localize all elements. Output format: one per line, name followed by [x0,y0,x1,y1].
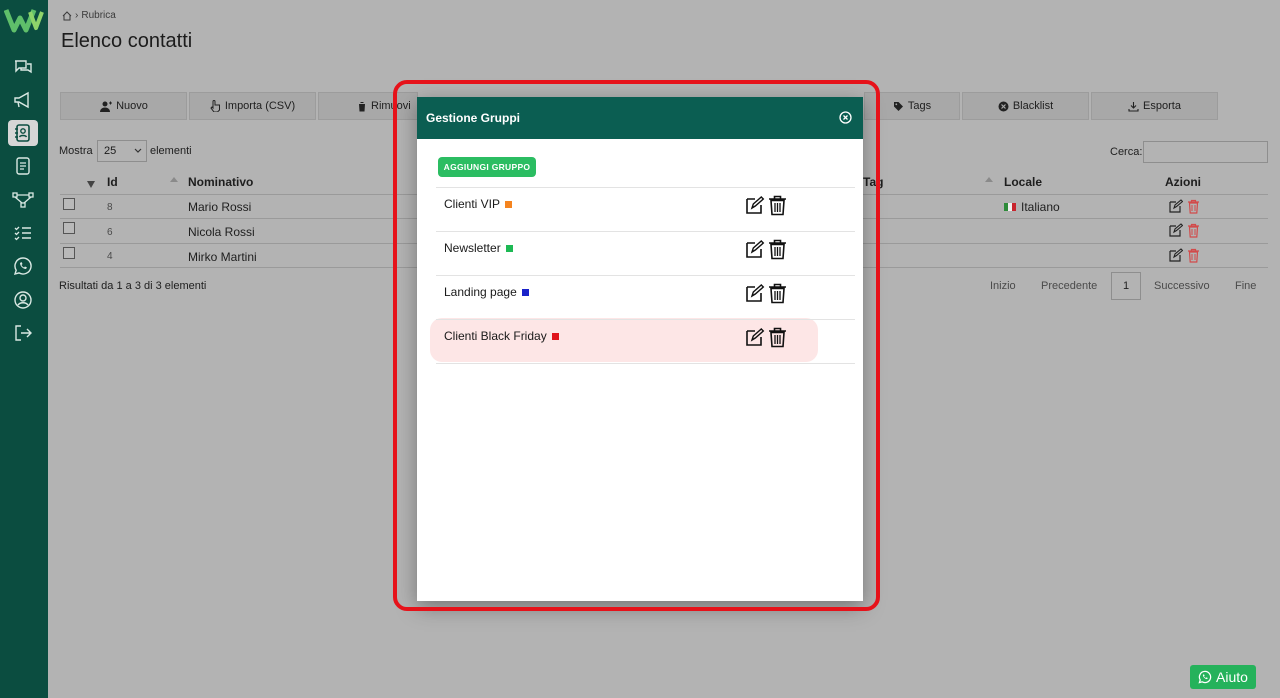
whatsapp-icon[interactable] [8,253,38,279]
column-header-id[interactable]: Id [107,175,118,189]
trash-icon[interactable] [1187,199,1200,214]
checklist-icon[interactable] [8,220,38,246]
entries-per-page-select[interactable]: 25 [97,140,147,162]
workflow-icon[interactable] [8,187,38,213]
italy-flag-icon [1004,203,1016,211]
row-id: 8 [107,202,113,213]
trash-icon[interactable] [1187,223,1200,238]
row-locale: Italiano [1021,200,1060,214]
address-book-icon[interactable] [8,120,38,146]
row-name: Mirko Martini [188,250,257,264]
show-entries-prefix: Mostra [59,145,93,157]
row-checkbox[interactable] [63,247,75,259]
pagination-next[interactable]: Successivo [1154,280,1210,292]
row-actions [1168,223,1200,238]
page-title: Elenco contatti [61,30,193,52]
row-checkbox[interactable] [63,198,75,210]
column-header-locale[interactable]: Locale [1004,175,1042,189]
new-contact-label: Nuovo [116,100,148,112]
user-icon[interactable] [8,287,38,313]
whatsapp-icon [1198,670,1212,684]
import-csv-button[interactable]: Importa (CSV) [189,92,316,120]
export-label: Esporta [1143,100,1181,112]
trash-icon [358,101,366,111]
help-button[interactable]: Aiuto [1190,665,1256,689]
highlight-frame [393,80,880,611]
logout-icon[interactable] [8,320,38,346]
row-id: 4 [107,251,113,262]
document-icon[interactable] [8,153,38,179]
new-contact-button[interactable]: Nuovo [60,92,187,120]
help-label: Aiuto [1216,669,1248,685]
export-button[interactable]: Esporta [1091,92,1218,120]
sort-icon[interactable] [985,177,993,187]
show-entries-suffix: elementi [150,145,192,157]
blacklist-button[interactable]: Blacklist [962,92,1089,120]
home-icon[interactable] [62,10,72,21]
logo[interactable] [4,6,44,34]
hand-pointer-icon [210,100,220,112]
download-icon [1128,101,1139,112]
edit-icon[interactable] [1168,199,1183,214]
close-circle-icon [998,101,1009,111]
row-checkbox[interactable] [63,222,75,234]
column-header-name[interactable]: Nominativo [188,175,253,189]
row-actions [1168,248,1200,263]
pagination-current-page[interactable]: 1 [1111,272,1141,300]
table-summary: Risultati da 1 a 3 di 3 elementi [59,280,207,292]
megaphone-icon[interactable] [8,87,38,113]
pagination-previous[interactable]: Precedente [1041,280,1097,292]
chat-icon[interactable] [8,54,38,80]
search-input[interactable] [1143,141,1268,163]
sort-desc-icon[interactable] [87,179,95,189]
blacklist-label: Blacklist [1012,100,1054,112]
row-actions [1168,199,1200,214]
trash-icon[interactable] [1187,248,1200,263]
breadcrumb-separator: › [75,10,79,21]
row-name: Nicola Rossi [188,225,255,239]
tag-icon [893,101,903,111]
sort-icon[interactable] [170,177,178,187]
sidebar [0,0,48,698]
row-name: Mario Rossi [188,200,252,214]
entries-per-page-value: 25 [104,145,117,157]
breadcrumb: › Rubrica [62,10,116,21]
pagination-first[interactable]: Inizio [990,280,1016,292]
row-id: 6 [107,227,113,238]
tags-label: Tags [907,100,932,112]
column-header-actions: Azioni [1165,175,1201,189]
search-label: Cerca: [1110,146,1143,158]
edit-icon[interactable] [1168,223,1183,238]
pagination-last[interactable]: Fine [1235,280,1256,292]
user-plus-icon [100,101,113,112]
edit-icon[interactable] [1168,248,1183,263]
import-csv-label: Importa (CSV) [224,100,296,112]
chevron-down-icon [134,148,142,153]
breadcrumb-current[interactable]: Rubrica [81,10,115,21]
